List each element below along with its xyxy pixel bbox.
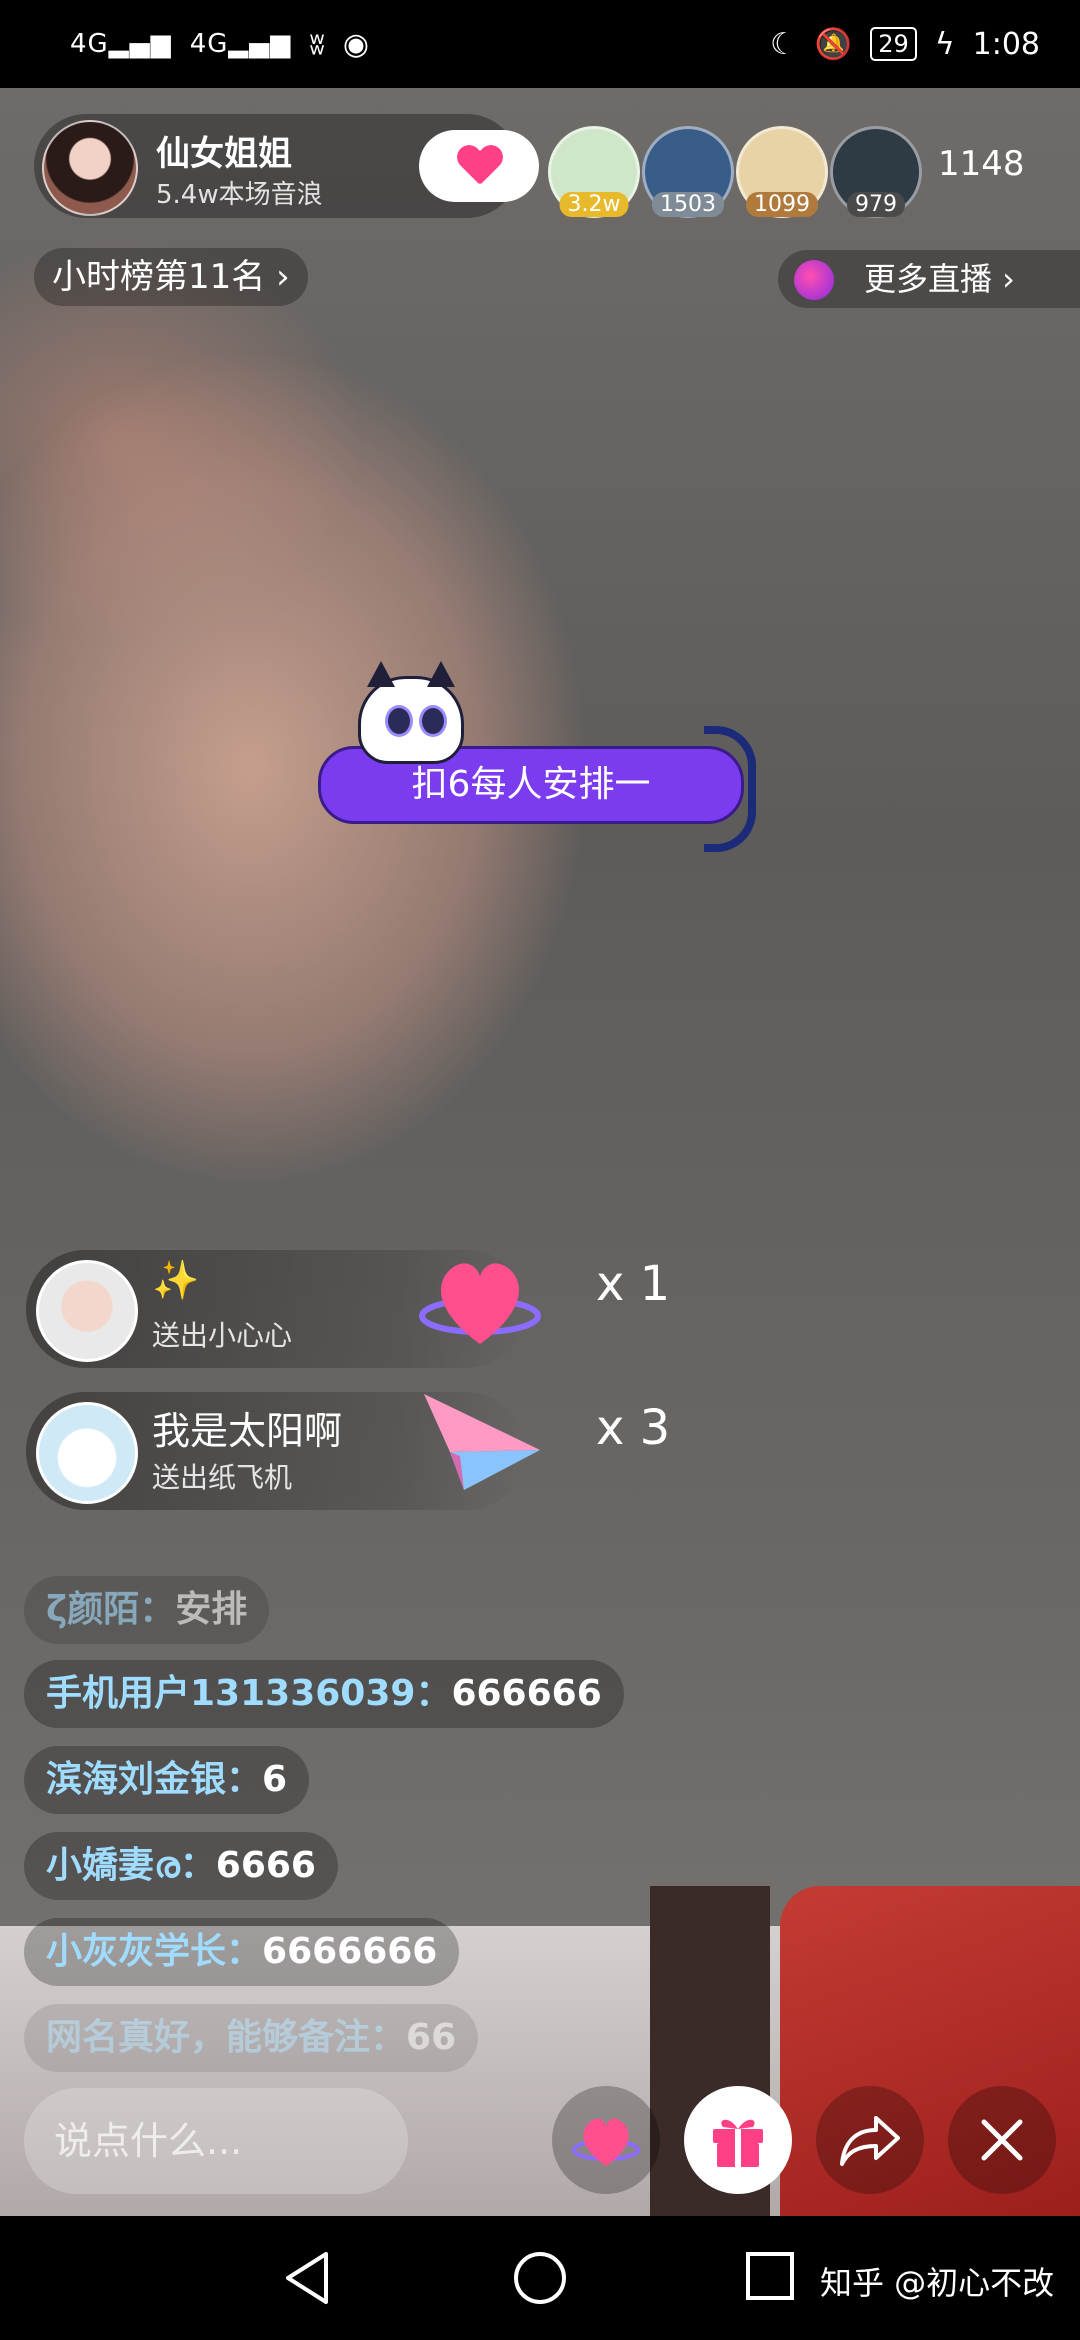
- viewer-badge: 979: [847, 192, 905, 217]
- gift-count: x 3: [596, 1400, 671, 1456]
- home-icon[interactable]: [512, 2250, 568, 2306]
- charging-icon: ϟ: [934, 26, 955, 62]
- viewer-avatar-3[interactable]: 1099: [736, 126, 828, 218]
- share-button[interactable]: [816, 2086, 924, 2194]
- follow-button[interactable]: [419, 130, 539, 202]
- close-icon: [981, 2119, 1023, 2161]
- comment-message: 6666666: [262, 1931, 438, 1972]
- comment-user: 手机用户131336039：: [46, 1673, 452, 1714]
- gift-action: 送出小心心: [152, 1319, 293, 1352]
- online-count[interactable]: 1148: [938, 144, 1025, 184]
- viewer-avatar-1[interactable]: 3.2w: [548, 126, 640, 218]
- system-nav-bar: 知乎 @初心不改: [0, 2216, 1080, 2340]
- comment-message: 6666: [215, 1845, 316, 1886]
- heart-planet-icon: [572, 2118, 640, 2166]
- cat-eye: [419, 705, 447, 737]
- gift-sender-avatar[interactable]: [36, 1260, 138, 1362]
- viewer-badge: 3.2w: [559, 192, 629, 217]
- mute-icon: 🔕: [814, 26, 853, 62]
- comment-item[interactable]: 滨海刘金银：6: [24, 1746, 310, 1814]
- gift-sender-name: 我是太阳啊: [152, 1409, 343, 1453]
- comment-user: 小嬌妻ര：: [46, 1845, 216, 1886]
- eye-icon: ◉: [342, 26, 370, 62]
- back-icon[interactable]: [282, 2250, 334, 2306]
- share-arrow-icon: [840, 2116, 900, 2166]
- comment-message: 66: [406, 2017, 457, 2058]
- status-bar: 4G▂▄▆ 4G▂▄▆ ʬ ◉ ☾ 🔕 29 ϟ 1:08: [0, 0, 1080, 88]
- status-left: 4G▂▄▆ 4G▂▄▆ ʬ ◉: [70, 27, 369, 62]
- cat-eye: [385, 705, 413, 737]
- viewer-badge: 1099: [746, 192, 818, 217]
- comment-message: 安排: [175, 1589, 248, 1630]
- more-live-button[interactable]: 更多直播 ›: [778, 250, 1080, 308]
- comment-message: 6: [262, 1759, 288, 1800]
- close-button[interactable]: [948, 2086, 1056, 2194]
- viewer-avatar-4[interactable]: 979: [830, 126, 922, 218]
- planet-icon: [794, 260, 834, 300]
- moon-icon: ☾: [770, 26, 797, 62]
- viewer-avatar-2[interactable]: 1503: [642, 126, 734, 218]
- comment-item[interactable]: ζ颜陌：安排: [24, 1576, 270, 1644]
- host-subtitle: 5.4w本场音浪: [156, 180, 323, 210]
- comment-item[interactable]: 小灰灰学长：6666666: [24, 1918, 460, 1986]
- gift-action: 送出纸飞机: [152, 1461, 293, 1494]
- viewer-badge: 1503: [652, 192, 724, 217]
- gift-sender-name: ✨: [152, 1258, 200, 1302]
- host-avatar[interactable]: [42, 120, 138, 216]
- gift-icon: [713, 2119, 763, 2167]
- comment-input[interactable]: 说点什么...: [24, 2088, 408, 2194]
- comment-user: 网名真好，能够备注：: [46, 2017, 407, 2058]
- recent-apps-icon[interactable]: [744, 2250, 796, 2302]
- cat-ear: [367, 661, 395, 687]
- status-right: ☾ 🔕 29 ϟ 1:08: [770, 27, 1040, 62]
- comment-item[interactable]: 网名真好，能够备注：66: [24, 2004, 479, 2072]
- wifi-icon: ʬ: [309, 26, 325, 62]
- comment-user: 小灰灰学长：: [46, 1931, 263, 1972]
- clock: 1:08: [972, 26, 1040, 62]
- gift-button[interactable]: [684, 2086, 792, 2194]
- signal-4g-icon: 4G▂▄▆: [70, 29, 172, 59]
- host-info-pill[interactable]: 仙女姐姐 5.4w本场音浪: [34, 114, 539, 218]
- comment-user: 滨海刘金银：: [46, 1759, 263, 1800]
- like-button[interactable]: [552, 2086, 660, 2194]
- watermark: 知乎 @初心不改: [820, 2264, 1055, 2302]
- battery-indicator: 29: [870, 27, 917, 61]
- paper-plane-icon: [424, 1394, 540, 1490]
- comment-user: ζ颜陌：: [46, 1589, 176, 1630]
- host-name: 仙女姐姐: [156, 134, 292, 174]
- gift-count: x 1: [596, 1256, 671, 1312]
- gift-sender-avatar[interactable]: [36, 1402, 138, 1504]
- comment-message: 666666: [451, 1673, 602, 1714]
- cat-ear: [427, 661, 455, 687]
- comment-item[interactable]: 手机用户131336039：666666: [24, 1660, 624, 1728]
- cat-icon: [358, 661, 464, 764]
- comment-item[interactable]: 小嬌妻ര：6666: [24, 1832, 338, 1900]
- more-live-label: 更多直播 ›: [864, 260, 1015, 298]
- heart-icon: [457, 146, 501, 186]
- hour-rank-button[interactable]: 小时榜第11名 ›: [34, 248, 308, 306]
- signal-4g-icon: 4G▂▄▆: [189, 29, 292, 59]
- heart-gift-icon: [419, 1263, 541, 1344]
